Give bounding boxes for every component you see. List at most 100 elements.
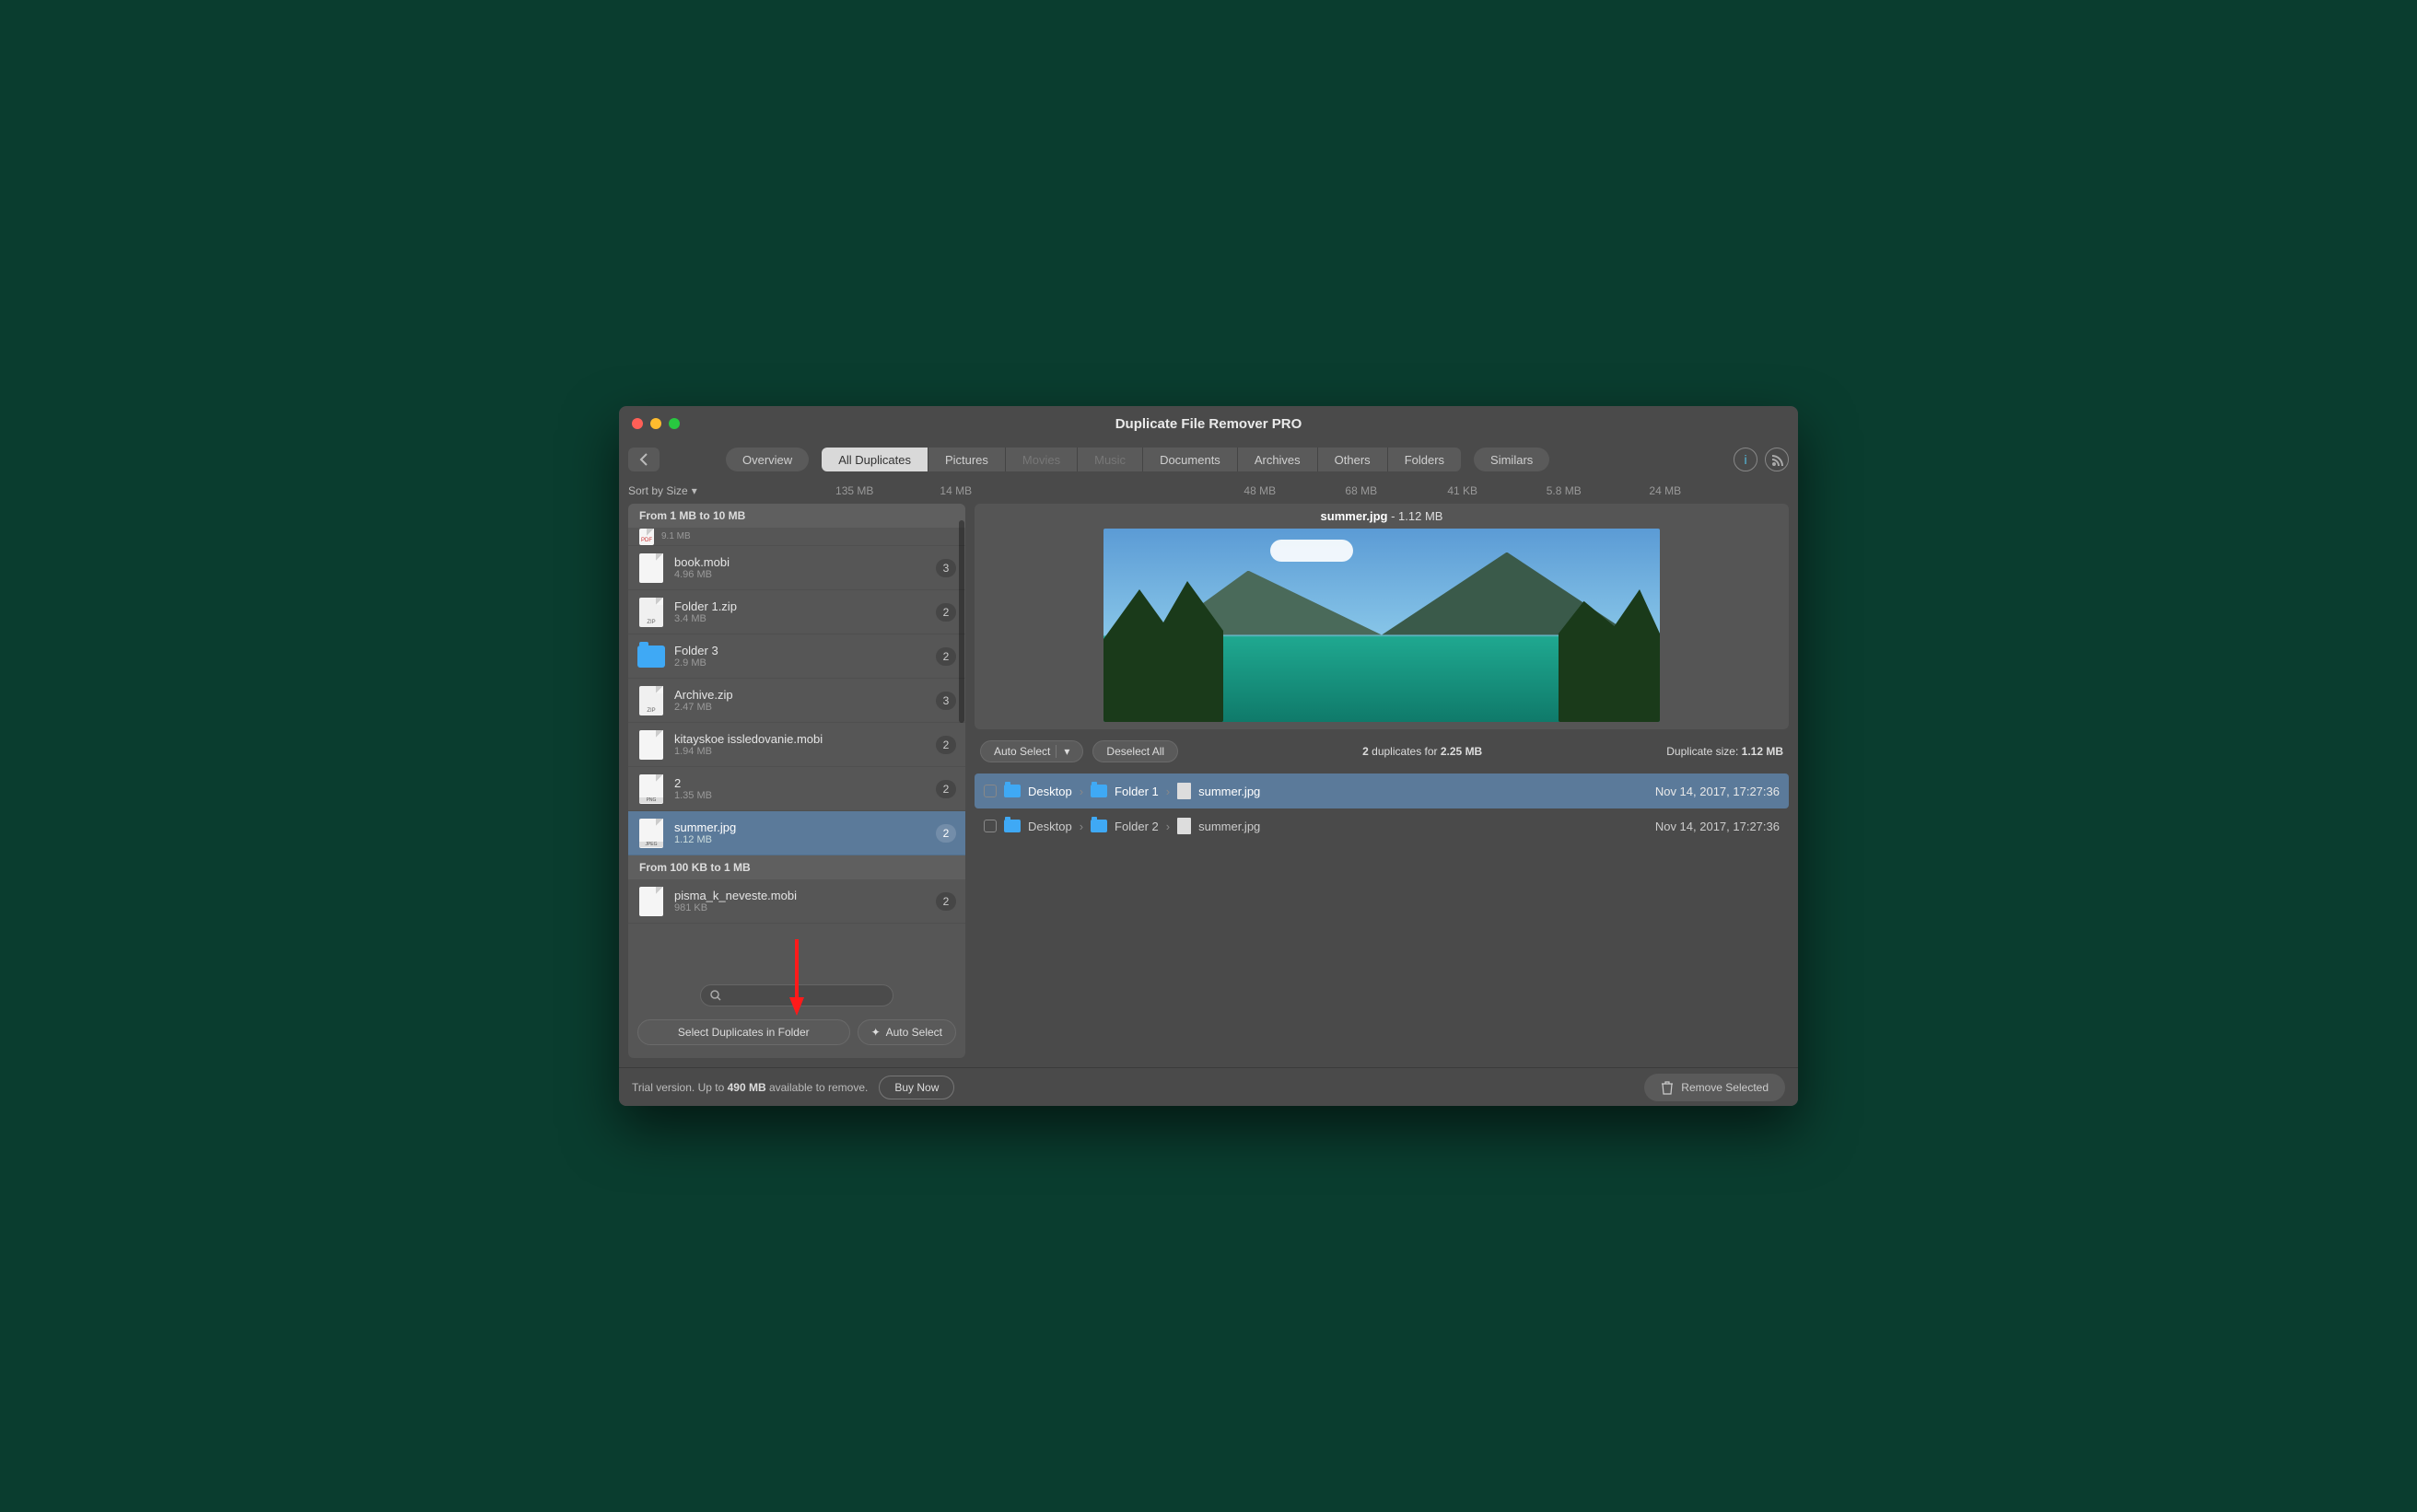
left-tools: Select Duplicates in Folder ✦ Auto Selec… xyxy=(628,977,965,1058)
chevron-right-icon: › xyxy=(1080,785,1083,798)
row-checkbox[interactable] xyxy=(984,820,997,832)
select-duplicates-in-folder-button[interactable]: Select Duplicates in Folder xyxy=(637,1019,850,1045)
file-size: 1.12 MB xyxy=(674,834,936,845)
path-segment: Folder 1 xyxy=(1115,785,1159,798)
auto-select-dropdown-label: Auto Select xyxy=(994,745,1050,758)
duplicate-paths-list: Desktop › Folder 1 › summer.jpgNov 14, 2… xyxy=(975,773,1789,843)
tab-folders[interactable]: Folders xyxy=(1388,448,1461,471)
file-icon xyxy=(639,553,663,583)
file-size: 1.35 MB xyxy=(674,790,936,801)
duplicate-groups-panel: From 1 MB to 10 MB9.1 MBbook.mobi4.96 MB… xyxy=(628,504,965,1058)
list-item[interactable]: 21.35 MB2 xyxy=(628,767,965,811)
duplicate-path-row[interactable]: Desktop › Folder 2 › summer.jpgNov 14, 2… xyxy=(975,808,1789,843)
list-item[interactable]: Archive.zip2.47 MB3 xyxy=(628,679,965,723)
preview-header: summer.jpg - 1.12 MB xyxy=(975,504,1789,529)
maximize-icon[interactable] xyxy=(669,418,680,429)
list-item[interactable]: Folder 32.9 MB2 xyxy=(628,634,965,679)
file-icon xyxy=(639,730,663,760)
chevron-right-icon: › xyxy=(1166,820,1170,833)
detail-panel: summer.jpg - 1.12 MB Auto Select ▾ Desel… xyxy=(975,504,1789,1058)
count-badge: 2 xyxy=(936,892,956,911)
rss-icon[interactable] xyxy=(1765,448,1789,471)
trial-message: Trial version. Up to 490 MB available to… xyxy=(632,1081,868,1094)
count-badge: 2 xyxy=(936,647,956,666)
toolbar: Overview All Duplicates Pictures Movies … xyxy=(619,441,1798,478)
search-input[interactable] xyxy=(700,984,893,1006)
size-all: 135 MB xyxy=(804,484,905,497)
size-music xyxy=(1108,484,1209,497)
remove-selected-button[interactable]: Remove Selected xyxy=(1644,1074,1785,1101)
category-tabs: All Duplicates Pictures Movies Music Doc… xyxy=(822,448,1461,471)
deselect-all-button[interactable]: Deselect All xyxy=(1092,740,1178,762)
timestamp: Nov 14, 2017, 17:27:36 xyxy=(1655,820,1780,833)
list-item[interactable]: book.mobi4.96 MB3 xyxy=(628,546,965,590)
file-icon xyxy=(639,774,663,804)
trash-icon xyxy=(1661,1080,1674,1095)
window-title: Duplicate File Remover PRO xyxy=(619,416,1798,432)
list-item[interactable]: 9.1 MB xyxy=(628,528,965,546)
tab-music[interactable]: Music xyxy=(1078,448,1143,471)
sort-dropdown[interactable]: Sort by Size ▾ xyxy=(628,484,697,497)
duplicate-controls: Auto Select ▾ Deselect All 2 duplicates … xyxy=(975,739,1789,764)
size-similars: 24 MB xyxy=(1615,484,1716,497)
file-icon xyxy=(639,529,654,545)
scrollbar-thumb[interactable] xyxy=(959,520,964,723)
chevron-down-icon: ▾ xyxy=(1056,745,1069,758)
info-icon[interactable]: i xyxy=(1734,448,1757,471)
auto-select-dropdown[interactable]: Auto Select ▾ xyxy=(980,740,1083,762)
preview-pane: summer.jpg - 1.12 MB xyxy=(975,504,1789,729)
size-archives: 68 MB xyxy=(1311,484,1412,497)
duplicate-path-row[interactable]: Desktop › Folder 1 › summer.jpgNov 14, 2… xyxy=(975,773,1789,808)
timestamp: Nov 14, 2017, 17:27:36 xyxy=(1655,785,1780,798)
file-icon xyxy=(639,598,663,627)
search-icon xyxy=(710,990,721,1001)
path-segment: summer.jpg xyxy=(1198,820,1260,833)
tab-similars[interactable]: Similars xyxy=(1474,448,1549,471)
duplicate-size: Duplicate size: 1.12 MB xyxy=(1666,745,1783,758)
file-size: 1.94 MB xyxy=(674,746,936,757)
footer: Trial version. Up to 490 MB available to… xyxy=(619,1067,1798,1106)
group-list[interactable]: From 1 MB to 10 MB9.1 MBbook.mobi4.96 MB… xyxy=(628,504,965,977)
list-item[interactable]: pisma_k_neveste.mobi981 KB2 xyxy=(628,879,965,924)
auto-select-label: Auto Select xyxy=(886,1026,942,1039)
section-header: From 100 KB to 1 MB xyxy=(628,855,965,879)
wand-icon: ✦ xyxy=(871,1026,881,1039)
auto-select-button[interactable]: ✦ Auto Select xyxy=(858,1019,956,1045)
buy-now-button[interactable]: Buy Now xyxy=(879,1076,954,1099)
minimize-icon[interactable] xyxy=(650,418,661,429)
row-checkbox[interactable] xyxy=(984,785,997,797)
file-size: 4.96 MB xyxy=(674,569,936,580)
tab-sizes: 135 MB 14 MB 48 MB 68 MB 41 KB 5.8 MB 24… xyxy=(697,484,1789,497)
count-badge: 3 xyxy=(936,559,956,577)
file-icon xyxy=(639,887,663,916)
tab-all-duplicates[interactable]: All Duplicates xyxy=(822,448,928,471)
tab-overview[interactable]: Overview xyxy=(726,448,809,471)
file-size: 981 KB xyxy=(674,902,936,913)
window-controls xyxy=(619,418,680,429)
file-name: pisma_k_neveste.mobi xyxy=(674,889,936,902)
titlebar: Duplicate File Remover PRO xyxy=(619,406,1798,441)
size-pictures: 14 MB xyxy=(905,484,1007,497)
section-header: From 1 MB to 10 MB xyxy=(628,504,965,528)
preview-filename: summer.jpg xyxy=(1321,509,1388,523)
tab-documents[interactable]: Documents xyxy=(1143,448,1238,471)
file-name: kitayskoe issledovanie.mobi xyxy=(674,732,936,746)
file-name: book.mobi xyxy=(674,555,936,569)
folder-icon xyxy=(1004,785,1021,797)
preview-image xyxy=(1103,529,1660,722)
file-size: 2.47 MB xyxy=(674,702,936,713)
list-item[interactable]: summer.jpg1.12 MB2 xyxy=(628,811,965,855)
tab-pictures[interactable]: Pictures xyxy=(928,448,1006,471)
close-icon[interactable] xyxy=(632,418,643,429)
back-button[interactable] xyxy=(628,448,660,471)
main-content: From 1 MB to 10 MB9.1 MBbook.mobi4.96 MB… xyxy=(619,504,1798,1067)
list-item[interactable]: Folder 1.zip3.4 MB2 xyxy=(628,590,965,634)
chevron-right-icon: › xyxy=(1080,820,1083,833)
tab-archives[interactable]: Archives xyxy=(1238,448,1318,471)
tab-others[interactable]: Others xyxy=(1318,448,1388,471)
list-item[interactable]: kitayskoe issledovanie.mobi1.94 MB2 xyxy=(628,723,965,767)
file-size: 2.9 MB xyxy=(674,657,936,669)
tab-movies[interactable]: Movies xyxy=(1006,448,1078,471)
file-size: 3.4 MB xyxy=(674,613,936,624)
file-icon xyxy=(1177,783,1191,799)
